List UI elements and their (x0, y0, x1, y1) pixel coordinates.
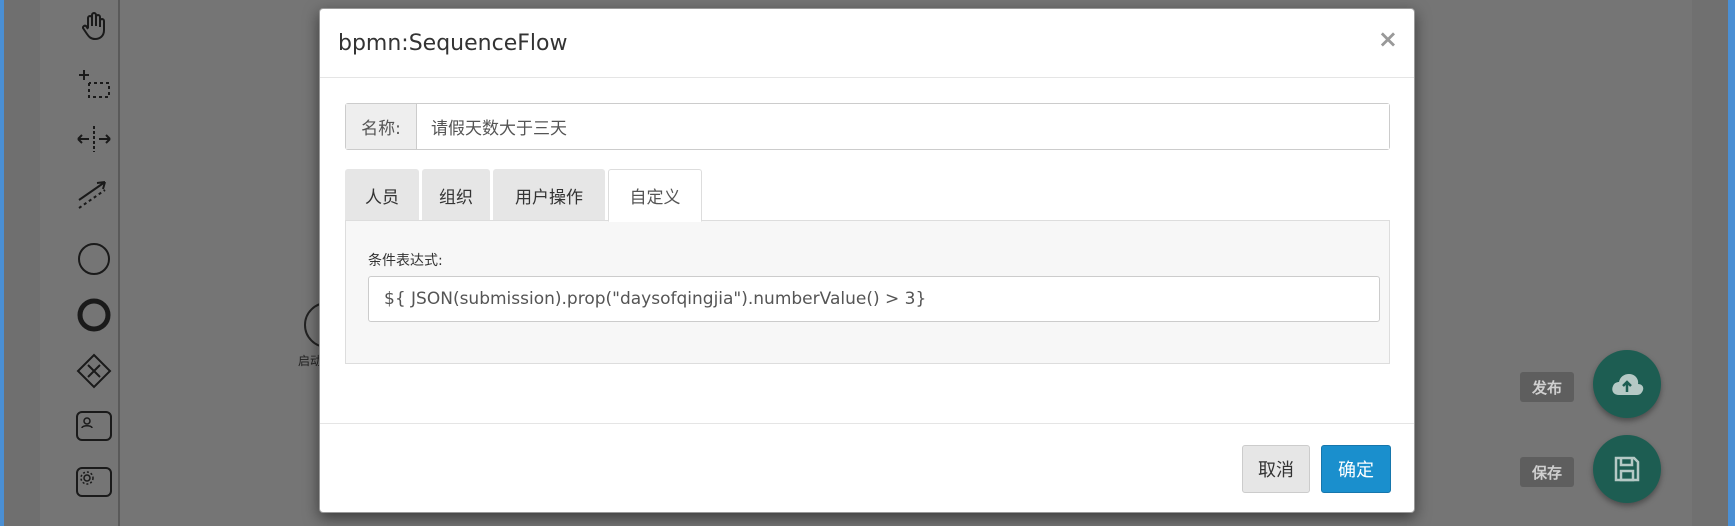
custom-tab-pane: 条件表达式: ${ JSON(submission).prop("daysofq… (345, 220, 1390, 364)
window-margin-right (1692, 0, 1728, 526)
user-task-icon[interactable] (72, 406, 116, 446)
confirm-button[interactable]: 确定 (1321, 445, 1391, 493)
window-border-right (1728, 0, 1735, 526)
name-label: 名称: (346, 104, 417, 149)
tab-bar: 人员 组织 用户操作 自定义 (345, 169, 705, 222)
name-input[interactable] (417, 104, 1389, 149)
dialog-body: 名称: 人员 组织 用户操作 自定义 条件表达式: ${ JSON(submis… (320, 78, 1414, 424)
save-button[interactable] (1593, 435, 1661, 503)
condition-expression-label: 条件表达式: (368, 253, 443, 269)
lasso-tool-icon[interactable] (72, 62, 116, 102)
save-label: 保存 (1520, 457, 1574, 487)
save-icon (1614, 456, 1640, 482)
close-icon[interactable]: × (1378, 25, 1398, 53)
tab-custom[interactable]: 自定义 (608, 169, 702, 222)
end-event-icon[interactable] (72, 295, 116, 335)
start-event-icon[interactable] (72, 239, 116, 279)
window-margin-left (4, 0, 40, 526)
tab-user-action[interactable]: 用户操作 (493, 169, 605, 221)
name-field-group: 名称: (345, 103, 1390, 150)
tab-personnel[interactable]: 人员 (345, 169, 419, 221)
dialog-footer: 取消 确定 (320, 424, 1414, 512)
dialog-header: bpmn:SequenceFlow × (320, 9, 1414, 78)
hand-tool-icon[interactable] (72, 6, 116, 46)
service-task-icon[interactable] (72, 462, 116, 502)
connect-tool-icon[interactable] (72, 173, 116, 213)
tab-organization[interactable]: 组织 (422, 169, 490, 221)
gateway-icon[interactable] (72, 351, 116, 391)
condition-expression-input[interactable]: ${ JSON(submission).prop("daysofqingjia"… (368, 276, 1380, 322)
publish-label: 发布 (1520, 372, 1574, 402)
cancel-button[interactable]: 取消 (1242, 445, 1310, 493)
space-tool-icon[interactable] (72, 119, 116, 159)
cloud-upload-icon (1612, 374, 1644, 395)
dialog-title: bpmn:SequenceFlow (338, 31, 568, 56)
sequence-flow-dialog: bpmn:SequenceFlow × 名称: 人员 组织 用户操作 自定义 条… (319, 8, 1415, 513)
publish-button[interactable] (1593, 350, 1661, 418)
